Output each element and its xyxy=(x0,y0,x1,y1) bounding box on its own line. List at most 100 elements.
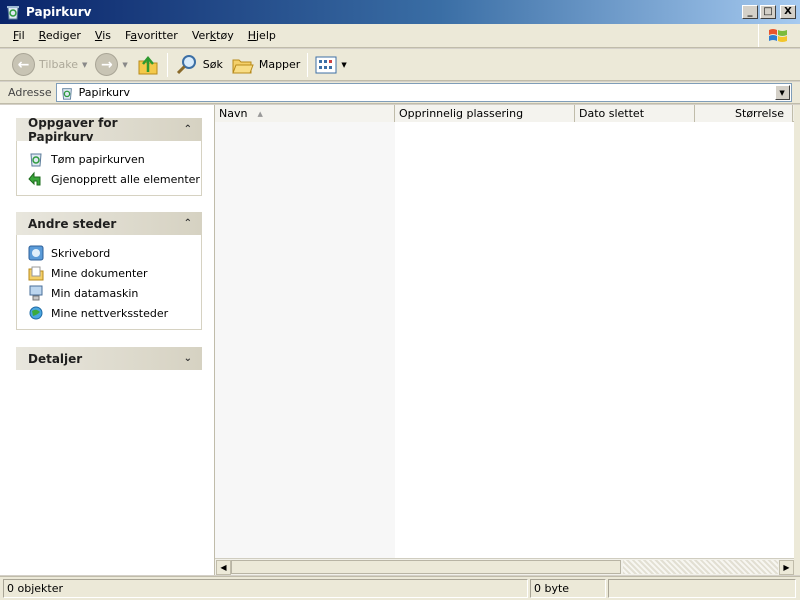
up-folder-button[interactable] xyxy=(132,51,164,79)
menu-tools[interactable]: Verktøy xyxy=(185,29,241,42)
place-my-computer[interactable]: Min datamaskin xyxy=(27,283,201,303)
menu-fav-rest: voritter xyxy=(137,29,178,42)
places-panel-body: Skrivebord Mine dokumenter Min datamaski… xyxy=(16,235,202,330)
up-folder-icon xyxy=(138,55,158,74)
task-restore-all-label: Gjenopprett alle elementer xyxy=(51,172,200,186)
sort-ascending-icon: ▲ xyxy=(257,109,263,118)
menu-edit-key: R xyxy=(38,29,46,42)
column-header-size[interactable]: Størrelse xyxy=(695,105,793,122)
details-panel-header[interactable]: Detaljer ⌄ xyxy=(16,347,202,370)
scroll-track[interactable] xyxy=(623,560,778,574)
maximize-button[interactable]: □ xyxy=(760,5,776,19)
column-header-date-deleted[interactable]: Dato slettet xyxy=(575,105,695,122)
places-panel-title: Andre steder xyxy=(28,216,117,231)
back-dropdown-icon[interactable]: ▼ xyxy=(82,61,87,69)
empty-bin-icon xyxy=(27,151,44,168)
place-my-documents-label: Mine dokumenter xyxy=(51,266,148,280)
column-header-original-location[interactable]: Opprinnelig plassering xyxy=(395,105,575,122)
status-zone xyxy=(608,579,796,598)
menu-edit[interactable]: Rediger xyxy=(32,29,88,42)
column-name-label: Navn xyxy=(219,107,248,120)
scroll-thumb[interactable] xyxy=(231,560,621,574)
folders-label: Mapper xyxy=(258,58,301,71)
desktop-icon xyxy=(27,245,44,262)
status-object-count: 0 objekter xyxy=(3,579,528,598)
menu-view[interactable]: Vis xyxy=(88,29,118,42)
folders-button[interactable]: Mapper xyxy=(227,51,305,79)
tasks-panel-title: Oppgaver for Papirkurv xyxy=(28,115,118,144)
menu-tools-rest: tøy xyxy=(216,29,234,42)
place-my-documents[interactable]: Mine dokumenter xyxy=(27,263,201,283)
tasks-panel-body: Tøm papirkurven Gjenopprett alle element… xyxy=(16,141,202,196)
forward-arrow-icon: → xyxy=(95,53,119,76)
menu-tools-pre: Ver xyxy=(191,29,210,42)
menu-view-rest: is xyxy=(102,29,111,42)
toolbar-separator xyxy=(307,52,309,77)
menu-file-rest: il xyxy=(18,29,25,42)
menu-favorites[interactable]: Favoritter xyxy=(118,29,185,42)
my-documents-icon xyxy=(27,265,44,282)
views-dropdown-icon[interactable]: ▼ xyxy=(341,61,346,69)
views-button[interactable]: ▼ xyxy=(311,51,350,79)
tasks-panel-header[interactable]: Oppgaver for Papirkurv ⌃ xyxy=(16,115,202,144)
toolbar: ← Tilbake ▼ → ▼ Søk Mapper ▼ xyxy=(0,49,800,81)
windows-logo xyxy=(758,24,796,47)
recycle-bin-icon xyxy=(7,6,19,20)
menu-file[interactable]: Fil xyxy=(6,29,32,42)
column-headers: Navn ▲ Opprinnelig plassering Dato slett… xyxy=(215,105,795,122)
window-title: Papirkurv xyxy=(26,5,92,19)
toolbar-separator xyxy=(166,52,168,77)
collapse-icon[interactable]: ⌃ xyxy=(184,124,192,135)
back-button[interactable]: ← Tilbake ▼ xyxy=(8,51,91,79)
windows-flag-icon xyxy=(768,28,787,42)
details-panel-title: Detaljer xyxy=(28,351,83,366)
place-my-network-places[interactable]: Mine nettverkssteder xyxy=(27,303,201,323)
search-label: Søk xyxy=(202,58,223,71)
places-panel-header[interactable]: Andre steder ⌃ xyxy=(16,212,202,235)
collapse-icon[interactable]: ⌃ xyxy=(184,218,192,229)
back-label: Tilbake xyxy=(39,58,78,71)
my-computer-icon xyxy=(27,285,44,302)
address-field[interactable]: Papirkurv ▼ xyxy=(55,83,792,102)
scroll-left-button[interactable]: ◀ xyxy=(216,560,231,575)
task-empty-bin-label: Tøm papirkurven xyxy=(51,152,145,166)
expand-icon[interactable]: ⌄ xyxy=(184,353,192,364)
file-list[interactable]: Navn ▲ Opprinnelig plassering Dato slett… xyxy=(214,105,795,575)
column-date-label: Dato slettet xyxy=(579,107,645,120)
menu-help[interactable]: Hjelp xyxy=(241,29,283,42)
forward-button[interactable]: → ▼ xyxy=(91,51,131,79)
status-size: 0 byte xyxy=(530,579,606,598)
place-desktop-label: Skrivebord xyxy=(51,246,111,260)
minimize-button[interactable]: _ xyxy=(742,5,758,19)
network-places-icon xyxy=(27,305,44,322)
horizontal-scrollbar[interactable]: ◀ ▶ xyxy=(215,558,795,575)
recycle-bin-icon xyxy=(61,87,72,100)
column-header-name[interactable]: Navn ▲ xyxy=(215,105,395,122)
details-panel: Detaljer ⌄ xyxy=(16,347,202,370)
place-my-computer-label: Min datamaskin xyxy=(51,286,139,300)
forward-dropdown-icon[interactable]: ▼ xyxy=(122,61,127,69)
address-value: Papirkurv xyxy=(78,86,131,99)
status-bar: 0 objekter 0 byte xyxy=(0,576,800,600)
task-restore-all[interactable]: Gjenopprett alle elementer xyxy=(27,169,201,189)
column-size-label: Størrelse xyxy=(735,107,784,120)
close-button[interactable]: X xyxy=(780,5,796,19)
menu-help-key: H xyxy=(247,29,256,42)
scroll-right-button[interactable]: ▶ xyxy=(779,560,794,575)
column-location-label: Opprinnelig plassering xyxy=(399,107,524,120)
address-dropdown-button[interactable]: ▼ xyxy=(774,85,790,100)
menu-edit-rest: ediger xyxy=(45,29,81,42)
tasks-panel: Oppgaver for Papirkurv ⌃ Tøm papirkurven… xyxy=(16,115,202,196)
search-icon xyxy=(176,54,196,74)
place-desktop[interactable]: Skrivebord xyxy=(27,243,201,263)
search-button[interactable]: Søk xyxy=(171,51,227,79)
menu-bar: Fil Rediger Vis Favoritter Verktøy Hjelp xyxy=(0,24,800,48)
window-border xyxy=(794,105,800,575)
views-icon xyxy=(315,56,337,73)
title-bar[interactable]: Papirkurv _ □ X xyxy=(0,0,800,24)
address-bar: Adresse Papirkurv ▼ xyxy=(0,82,800,104)
task-empty-bin[interactable]: Tøm papirkurven xyxy=(27,149,201,169)
address-label: Adresse xyxy=(8,86,52,99)
sorted-column-highlight xyxy=(215,122,395,558)
task-pane: Oppgaver for Papirkurv ⌃ Tøm papirkurven… xyxy=(0,105,214,575)
